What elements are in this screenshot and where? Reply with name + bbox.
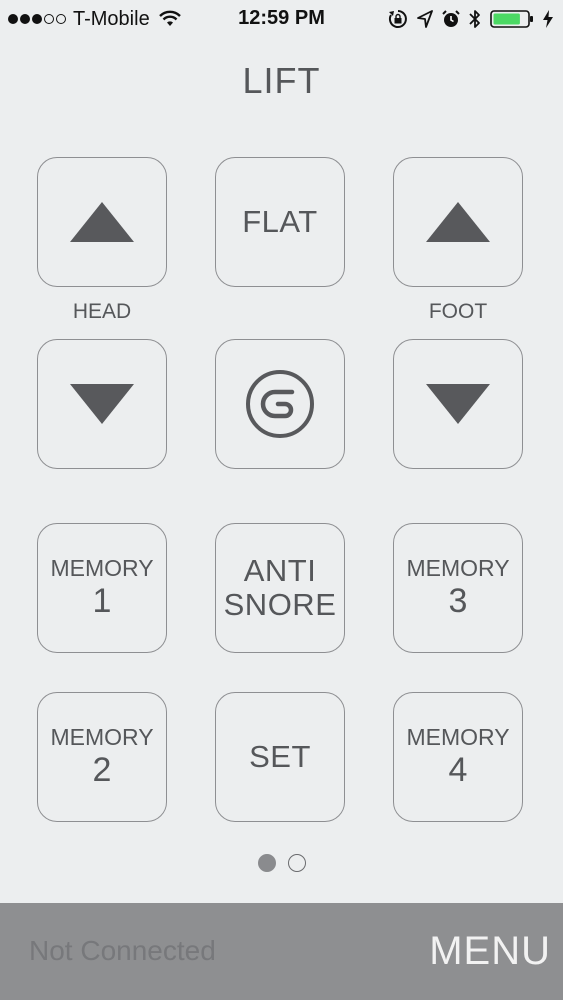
anti-snore-button[interactable]: ANTI SNORE	[215, 523, 345, 653]
alarm-icon	[442, 10, 460, 27]
battery-icon	[490, 10, 533, 28]
set-label: SET	[249, 739, 311, 774]
head-down-button[interactable]	[37, 339, 167, 469]
memory-4-button[interactable]: MEMORY 4	[393, 692, 523, 822]
set-button[interactable]: SET	[215, 692, 345, 822]
bluetooth-icon	[469, 10, 480, 28]
memory-number: 3	[448, 582, 468, 620]
triangle-down-icon	[70, 384, 134, 424]
memory-2-button[interactable]: MEMORY 2	[37, 692, 167, 822]
charging-icon	[543, 10, 553, 28]
page-dot-1[interactable]	[257, 854, 276, 872]
foot-down-button[interactable]	[393, 339, 523, 469]
menu-button[interactable]: MENU	[429, 929, 551, 974]
brand-logo-icon	[246, 370, 314, 438]
flat-button[interactable]: FLAT	[215, 157, 345, 287]
triangle-up-icon	[70, 202, 134, 242]
anti-snore-label-line1: ANTI	[243, 553, 317, 588]
connection-status: Not Connected	[29, 935, 216, 966]
head-up-button[interactable]	[37, 157, 167, 287]
location-icon	[417, 10, 433, 28]
foot-up-button[interactable]	[393, 157, 523, 287]
memory-label: MEMORY	[406, 724, 510, 750]
memory-number: 2	[92, 751, 112, 789]
head-label: HEAD	[72, 300, 132, 323]
flat-label: FLAT	[242, 204, 318, 239]
brand-logo-button[interactable]	[215, 339, 345, 469]
memory-number: 1	[92, 582, 112, 620]
memory-number: 4	[448, 751, 468, 789]
page-indicator	[0, 854, 563, 872]
memory-1-button[interactable]: MEMORY 1	[37, 523, 167, 653]
rotation-lock-icon	[388, 10, 407, 28]
memory-label: MEMORY	[50, 555, 154, 581]
page-dot-2[interactable]	[287, 854, 306, 872]
triangle-down-icon	[426, 384, 490, 424]
anti-snore-label-line2: SNORE	[223, 587, 337, 622]
status-right	[388, 7, 553, 31]
memory-3-button[interactable]: MEMORY 3	[393, 523, 523, 653]
bottom-bar: Not Connected MENU	[0, 903, 563, 1000]
memory-label: MEMORY	[406, 555, 510, 581]
memory-label: MEMORY	[50, 724, 154, 750]
foot-label: FOOT	[428, 300, 488, 323]
triangle-up-icon	[426, 202, 490, 242]
page-title: LIFT	[242, 60, 321, 101]
status-bar: T-Mobile 12:59 PM	[0, 0, 563, 38]
